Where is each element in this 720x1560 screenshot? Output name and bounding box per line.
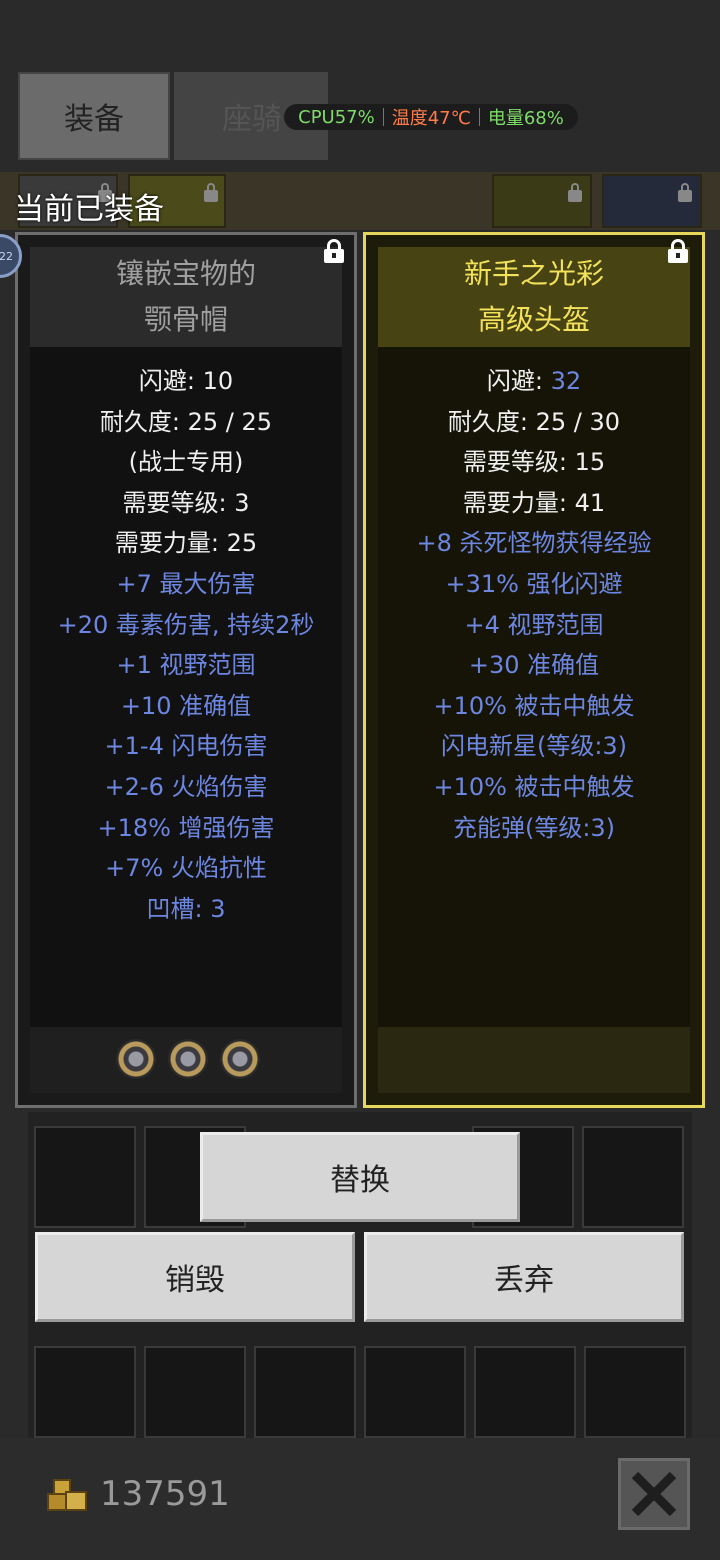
lock-icon[interactable] — [668, 239, 688, 263]
stat-value-improved: 32 — [550, 367, 582, 395]
item-name-line: 新手之光彩 — [463, 257, 604, 290]
replace-button-label: 替换 — [330, 1163, 390, 1198]
affix-line: +2-6 火焰伤害 — [104, 772, 268, 801]
stat-line: 闪避: 10 — [138, 367, 234, 395]
item-stats: 闪避: 10 耐久度: 25 / 25 (战士专用) 需要等级: 3 需要力量:… — [30, 347, 342, 1027]
lock-icon — [204, 183, 218, 202]
socket-row — [30, 1027, 342, 1093]
affix-line: +10% 被击中触发 — [433, 772, 635, 801]
affix-line: +20 毒素伤害, 持续2秒 — [57, 610, 315, 639]
lock-icon — [568, 183, 582, 202]
affix-line: 充能弹(等级:3) — [452, 813, 616, 842]
affix-line: +30 准确值 — [468, 651, 600, 680]
affix-line: +7 最大伤害 — [116, 569, 256, 598]
inventory-slot[interactable] — [34, 1126, 136, 1228]
socket-gem-icon — [116, 1039, 156, 1079]
close-icon — [631, 1471, 677, 1517]
gold-coins-icon — [47, 1479, 87, 1511]
discard-button-label: 丢弃 — [494, 1263, 554, 1298]
affix-line: +31% 强化闪避 — [445, 569, 623, 598]
item-name: 新手之光彩 高级头盔 — [378, 247, 690, 347]
inventory-slot[interactable] — [492, 174, 592, 228]
stat-label: 闪避: — [486, 367, 551, 395]
affix-line: +10 准确值 — [120, 691, 252, 720]
battery-status: 电量68% — [487, 108, 564, 129]
stat-line: (战士专用) — [128, 448, 244, 477]
inventory-slot[interactable] — [34, 1346, 136, 1438]
item-name-line: 镶嵌宝物的 — [115, 257, 256, 290]
affix-line: 凹槽: 3 — [146, 894, 226, 923]
system-status-overlay: CPU57% 温度47℃ 电量68% — [284, 104, 578, 130]
affix-line: +10% 被击中触发 — [433, 691, 635, 720]
affix-line: +4 视野范围 — [464, 610, 604, 639]
item-name-line: 高级头盔 — [477, 303, 590, 336]
destroy-button[interactable]: 销毁 — [35, 1232, 355, 1322]
stat-line: 耐久度: 25 / 25 — [99, 407, 273, 436]
inventory-slot[interactable] — [582, 1126, 684, 1228]
inventory-slot[interactable] — [254, 1346, 356, 1438]
stat-line: 需要等级: 15 — [462, 448, 606, 477]
affix-line: +7% 火焰抗性 — [105, 854, 267, 883]
level-badge-value: 22 — [0, 249, 13, 263]
stat-line: 耐久度: 25 / 30 — [447, 407, 621, 436]
section-title: 当前已装备 — [14, 192, 164, 227]
item-name-line: 颚骨帽 — [143, 303, 228, 336]
lock-icon — [678, 183, 692, 202]
current-item-card: 镶嵌宝物的 颚骨帽 闪避: 10 耐久度: 25 / 25 (战士专用) 需要等… — [15, 232, 357, 1108]
affix-line: +8 杀死怪物获得经验 — [416, 529, 652, 558]
status-divider — [382, 108, 384, 126]
stat-line: 闪避: 32 — [378, 361, 690, 402]
gold-amount: 137591 — [100, 1474, 230, 1514]
stat-line: 需要力量: 41 — [462, 488, 606, 517]
status-divider — [478, 108, 480, 126]
tab-mount-label: 座骑 — [222, 102, 282, 137]
lock-icon[interactable] — [324, 239, 344, 263]
affix-line: +1-4 闪电伤害 — [104, 732, 268, 761]
destroy-button-label: 销毁 — [165, 1263, 225, 1298]
close-button[interactable] — [618, 1458, 690, 1530]
item-name: 镶嵌宝物的 颚骨帽 — [30, 247, 342, 347]
inventory-slot[interactable] — [364, 1346, 466, 1438]
new-item-card: 新手之光彩 高级头盔 闪避: 32 耐久度: 25 / 30 需要等级: 15 … — [363, 232, 705, 1108]
replace-button[interactable]: 替换 — [200, 1132, 520, 1222]
affix-line: +18% 增强伤害 — [97, 813, 275, 842]
temperature-status: 温度47℃ — [391, 108, 471, 129]
stat-line: 需要力量: 25 — [114, 529, 258, 558]
socket-gem-icon — [220, 1039, 260, 1079]
tab-equipment[interactable]: 装备 — [18, 72, 170, 160]
stat-line: 需要等级: 3 — [122, 488, 250, 517]
item-stats: 闪避: 32 耐久度: 25 / 30 需要等级: 15 需要力量: 41 +8… — [378, 347, 690, 1027]
affix-line: +1 视野范围 — [116, 651, 256, 680]
discard-button[interactable]: 丢弃 — [364, 1232, 684, 1322]
inventory-slot[interactable] — [144, 1346, 246, 1438]
socket-gem-icon — [168, 1039, 208, 1079]
affix-line: 闪电新星(等级:3) — [440, 732, 628, 761]
socket-row — [378, 1027, 690, 1093]
inventory-slot[interactable] — [474, 1346, 576, 1438]
inventory-slot[interactable] — [602, 174, 702, 228]
inventory-slot[interactable] — [584, 1346, 686, 1438]
cpu-status: CPU57% — [298, 106, 375, 128]
tab-equipment-label: 装备 — [64, 102, 124, 137]
